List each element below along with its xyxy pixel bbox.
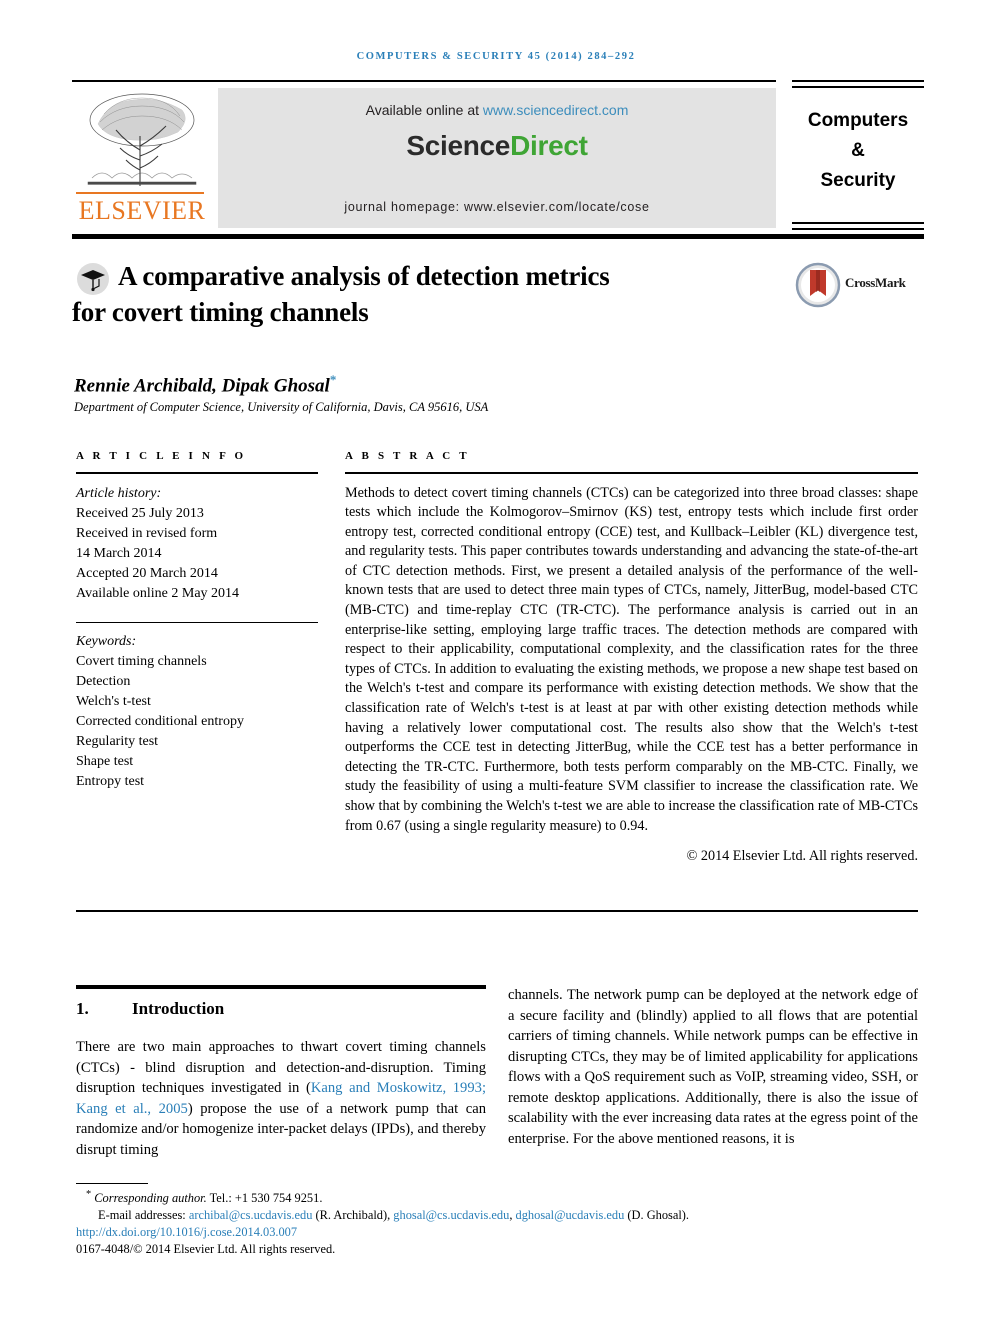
article-title-line-1: A comparative analysis of detection metr… [118,261,610,291]
keyword-item: Shape test [76,754,134,769]
graduation-cap-icon [77,263,109,295]
elsevier-rule [76,192,204,194]
sciencedirect-logo-direct: Direct [510,130,588,161]
corresponding-author-note: * Corresponding author. Tel.: +1 530 754… [76,1186,922,1207]
crossmark-badge[interactable]: CrossMark [795,262,915,308]
keyword-item: Entropy test [76,774,145,789]
abstract-heading: A B S T R A C T [345,450,470,462]
article-history-label: Article history: [76,485,162,501]
crossmark-icon [795,262,841,308]
journal-article-page: COMPUTERS & SECURITY 45 (2014) 284–292 E… [0,0,992,1323]
email-addresses-label: E-mail addresses: [98,1208,189,1223]
footnote-rule [76,1183,148,1185]
history-item: Accepted 20 March 2014 [76,565,218,581]
crossmark-label: CrossMark [845,275,906,290]
footnote-block: * Corresponding author. Tel.: +1 530 754… [76,1186,922,1258]
article-history: Article history: Received 25 July 2013 R… [76,484,318,604]
journal-title-line-2: & [851,140,865,161]
available-online-line: Available online at www.sciencedirect.co… [218,102,776,118]
section-number: 1. [76,999,89,1018]
journal-title-line-3: Security [820,170,896,191]
email-addresses-note: E-mail addresses: archibal@cs.ucdavis.ed… [76,1207,922,1224]
body-column-left: 1. Introduction There are two main appro… [76,985,486,1160]
affiliation: Department of Computer Science, Universi… [74,400,489,414]
journal-box-rule-top-inner [792,86,924,88]
elsevier-wordmark: ELSEVIER [78,196,206,225]
article-info-column: A R T I C L E I N F O Article history: R… [76,450,318,792]
email-attr-ghosal: (D. Ghosal). [624,1208,690,1223]
doi-link[interactable]: http://dx.doi.org/10.1016/j.cose.2014.03… [76,1225,297,1239]
introduction-heading: 1. Introduction [76,999,486,1019]
abstract-column: A B S T R A C T Methods to detect covert… [345,450,918,865]
masthead-bottom-rule [72,234,924,239]
keywords-block: Keywords: Covert timing channels Detecti… [76,632,318,792]
body-column-right: channels. The network pump can be deploy… [508,985,918,1149]
article-info-heading: A R T I C L E I N F O [76,450,247,462]
author-list: Rennie Archibald, Dipak Ghosal* [74,372,336,397]
keywords-rule [76,621,318,623]
history-item: Available online 2 May 2014 [76,585,240,601]
footnote-marker: * [86,1189,92,1200]
email-link-ghosal-cs[interactable]: ghosal@cs.ucdavis.edu [393,1208,509,1222]
article-title-line-2: for covert timing channels [72,297,369,327]
sciencedirect-link[interactable]: www.sciencedirect.com [483,102,629,118]
keyword-item: Regularity test [76,734,159,749]
corresponding-author-marker[interactable]: * [330,372,337,387]
corresponding-author-label: Corresponding author. [94,1191,207,1206]
author-names: Rennie Archibald, Dipak Ghosal [74,375,330,397]
header-rule [72,80,776,82]
keyword-item: Corrected conditional entropy [76,714,244,729]
email-link-dghosal[interactable]: dghosal@ucdavis.edu [516,1208,625,1222]
email-link-archibald[interactable]: archibal@cs.ucdavis.edu [189,1208,313,1222]
sciencedirect-box: Available online at www.sciencedirect.co… [218,88,776,228]
keyword-item: Detection [76,674,131,689]
keyword-item: Covert timing channels [76,654,207,669]
history-item: 14 March 2014 [76,545,162,561]
section-title: Introduction [132,999,225,1018]
history-item: Received 25 July 2013 [76,505,204,521]
masthead: ELSEVIER Available online at www.science… [72,88,776,228]
journal-title-line-1: Computers [807,110,909,131]
keywords-label: Keywords: [76,634,137,649]
sciencedirect-logo-science: Science [406,130,511,161]
page-title: A comparative analysis of detection metr… [72,258,772,330]
abstract-copyright: © 2014 Elsevier Ltd. All rights reserved… [686,848,918,865]
journal-box-rule-bottom-outer [792,228,924,230]
doi-line: http://dx.doi.org/10.1016/j.cose.2014.03… [76,1224,922,1241]
article-info-rule [76,472,318,474]
journal-box-rule-top-outer [792,80,924,82]
email-attr-archibald: (R. Archibald), [312,1208,394,1223]
journal-box-rule-bottom-inner [792,222,924,224]
issn-copyright-line: 0167-4048/© 2014 Elsevier Ltd. All right… [76,1242,336,1257]
journal-title-box: Computers & Security [792,80,924,230]
keyword-item: Welch's t-test [76,694,151,709]
running-head-text: COMPUTERS & SECURITY 45 (2014) 284–292 [356,51,636,62]
introduction-paragraph-right: channels. The network pump can be deploy… [508,987,918,1147]
introduction-rule [76,985,486,989]
history-item: Received in revised form [76,525,218,541]
journal-title: Computers & Security [792,106,924,196]
elsevier-tree-icon [87,93,197,186]
elsevier-logo: ELSEVIER [72,88,212,228]
corresponding-author-tel: Tel.: +1 530 754 9251. [206,1191,323,1206]
available-online-label: Available online at [365,102,483,118]
running-head: COMPUTERS & SECURITY 45 (2014) 284–292 [0,50,992,62]
title-block: A comparative analysis of detection metr… [72,258,772,330]
abstract-text: Methods to detect covert timing channels… [345,484,918,834]
introduction-paragraph-left: There are two main approaches to thwart … [76,1037,486,1160]
journal-homepage-line: journal homepage: www.elsevier.com/locat… [344,200,650,214]
abstract-rule [345,472,918,474]
abstract-bottom-rule [76,910,918,912]
sciencedirect-logo: ScienceDirect [218,130,776,162]
